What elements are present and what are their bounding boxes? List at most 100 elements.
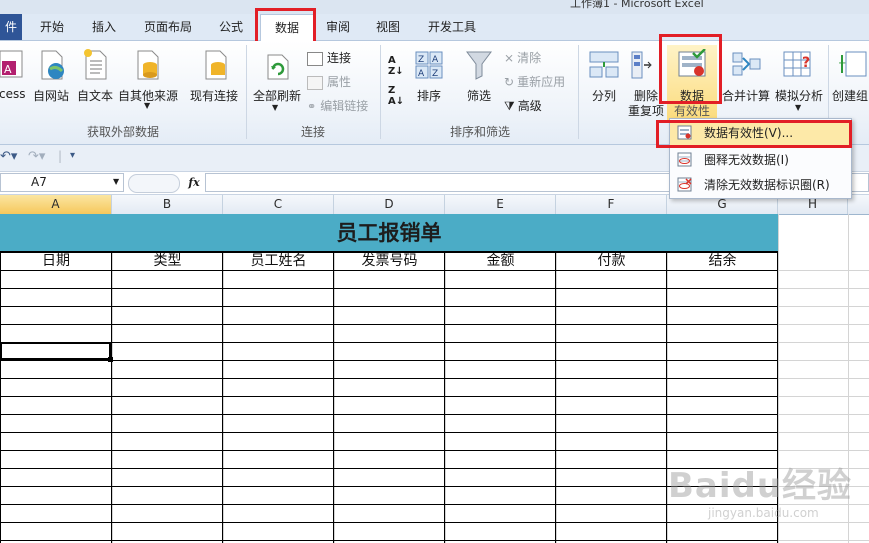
refresh-all-button[interactable]: 全部刷新 ▼ — [250, 45, 304, 121]
what-if-analysis-button[interactable]: ? 模拟分析 ▼ — [772, 45, 826, 121]
consolidate-label: 合并计算 — [721, 89, 770, 103]
ribbon-tab-bar: 件 开始 插入 页面布局 公式 数据 审阅 视图 开发工具 — [0, 14, 869, 41]
customize-toolbar-icon[interactable]: ▾ — [70, 150, 75, 161]
group-separator — [246, 45, 247, 139]
advanced-filter-label: 高级 — [517, 99, 542, 113]
group-label-connections: 连接 — [300, 125, 325, 139]
from-web-button[interactable]: 自网站 — [30, 45, 72, 121]
formula-expand-handle[interactable] — [128, 174, 180, 193]
header-cell-type[interactable]: 类型 — [112, 252, 223, 270]
from-text-button[interactable]: 自文本 — [74, 45, 116, 121]
column-header-a[interactable]: A — [0, 195, 112, 214]
existing-connections-label: 现有连接 — [189, 89, 238, 103]
table-border-horizontal — [0, 522, 778, 523]
from-text-label: 自文本 — [76, 89, 113, 103]
tab-home[interactable]: 开始 — [28, 14, 76, 40]
clear-filter-icon: ⨯ — [504, 51, 515, 65]
other-sources-icon — [137, 50, 159, 80]
filter-label: 筛选 — [466, 89, 491, 103]
connections-label: 连接 — [327, 51, 352, 65]
redo-icon[interactable]: ↷▾ — [28, 149, 45, 164]
header-cell-date[interactable]: 日期 — [0, 252, 112, 270]
watermark-brand: Baidu经验 — [668, 466, 853, 506]
name-box-value: A7 — [31, 175, 47, 189]
edit-links-button[interactable]: ⚭ 编辑链接 — [307, 97, 368, 114]
tab-review[interactable]: 审阅 — [316, 14, 360, 40]
header-cell-invoice-number[interactable]: 发票号码 — [334, 252, 445, 270]
sort-label: 排序 — [416, 89, 441, 103]
access-icon: A — [0, 50, 23, 78]
window-title: 工作簿1 - Microsoft Excel — [570, 0, 704, 10]
header-cell-payment[interactable]: 付款 — [556, 252, 667, 270]
link-icon: ⚭ — [307, 100, 317, 113]
text-to-columns-label: 分列 — [591, 89, 616, 103]
header-cell-balance[interactable]: 结余 — [667, 252, 778, 270]
active-cell[interactable] — [0, 342, 111, 360]
column-header-f[interactable]: F — [556, 195, 667, 214]
reapply-button[interactable]: ↻ 重新应用 — [504, 73, 565, 90]
chevron-down-icon: ▼ — [795, 103, 802, 112]
circle-invalid-icon — [677, 152, 692, 167]
chevron-down-icon: ▼ — [272, 103, 279, 112]
sort-za-icon: Z A↓ — [388, 85, 405, 107]
tab-file[interactable]: 件 — [0, 14, 22, 40]
what-if-label: 模拟分析 — [774, 89, 823, 103]
column-header-b[interactable]: B — [112, 195, 223, 214]
table-border-horizontal — [0, 504, 778, 505]
existing-connections-button[interactable]: 现有连接 — [186, 45, 242, 121]
menu-item-highlight — [656, 120, 852, 148]
watermark-url: jingyan.baidu.com — [708, 506, 819, 520]
baidu-watermark: Baidu经验 jingyan.baidu.com — [668, 458, 868, 528]
menu-item-circle-invalid[interactable]: 圈释无效数据(I) — [670, 148, 851, 172]
table-border-horizontal — [0, 414, 778, 415]
refresh-icon — [267, 54, 289, 80]
advanced-filter-button[interactable]: ⧩ 高级 — [504, 97, 542, 114]
column-header-d[interactable]: D — [334, 195, 445, 214]
connections-button[interactable]: 连接 — [307, 49, 351, 66]
table-border-vertical — [333, 252, 334, 543]
table-border-horizontal — [0, 432, 778, 433]
tab-view[interactable]: 视图 — [366, 14, 410, 40]
create-group-button[interactable]: + 创建组 — [832, 45, 869, 121]
header-cell-employee-name[interactable]: 员工姓名 — [223, 252, 334, 270]
tab-page-layout[interactable]: 页面布局 — [134, 14, 202, 40]
tab-insert[interactable]: 插入 — [80, 14, 128, 40]
column-header-e[interactable]: E — [445, 195, 556, 214]
header-cell-amount[interactable]: 金额 — [445, 252, 556, 270]
insert-function-icon[interactable]: fx — [184, 173, 204, 192]
clear-filter-button[interactable]: ⨯ 清除 — [504, 49, 541, 66]
sort-button[interactable]: ZA AZ 排序 — [410, 45, 448, 121]
name-box[interactable]: A7 ▼ — [0, 173, 124, 192]
reapply-label: 重新应用 — [517, 75, 566, 89]
table-border-horizontal — [0, 486, 778, 487]
table-border-horizontal — [0, 450, 778, 451]
table-border-vertical — [111, 252, 112, 543]
column-header-c[interactable]: C — [223, 195, 334, 214]
fill-handle[interactable] — [108, 357, 113, 362]
filter-button[interactable]: 筛选 — [460, 45, 498, 121]
chevron-down-icon[interactable]: ▼ — [113, 177, 119, 186]
sort-asc-desc-buttons[interactable]: A Z↓ Z A↓ — [388, 55, 406, 111]
svg-text:+: + — [838, 58, 846, 69]
edit-links-label: 编辑链接 — [320, 99, 369, 113]
group-label-get-external-data: 获取外部数据 — [86, 125, 159, 139]
table-border-horizontal — [0, 378, 778, 379]
properties-button[interactable]: 属性 — [307, 73, 351, 90]
data-validation-highlight — [659, 34, 722, 104]
table-border-vertical — [666, 252, 667, 543]
from-access-button[interactable]: A ccess — [0, 45, 28, 121]
menu-item-clear-circles[interactable]: 清除无效数据标识圈(R) — [670, 173, 851, 197]
clear-filter-label: 清除 — [517, 51, 542, 65]
remove-duplicates-label-2: 重复项 — [627, 104, 664, 118]
existing-connections-icon — [205, 50, 227, 80]
tab-formulas[interactable]: 公式 — [208, 14, 254, 40]
tab-developer[interactable]: 开发工具 — [418, 14, 486, 40]
advanced-filter-icon: ⧩ — [504, 99, 515, 113]
undo-icon[interactable]: ↶▾ — [0, 149, 17, 164]
text-to-columns-button[interactable]: 分列 — [584, 45, 624, 121]
from-other-sources-button[interactable]: 自其他来源 ▼ — [116, 45, 180, 121]
table-border-horizontal — [0, 342, 778, 343]
consolidate-button[interactable]: 合并计算 — [720, 45, 772, 121]
from-web-label: 自网站 — [32, 89, 69, 103]
consolidate-icon — [732, 52, 761, 76]
